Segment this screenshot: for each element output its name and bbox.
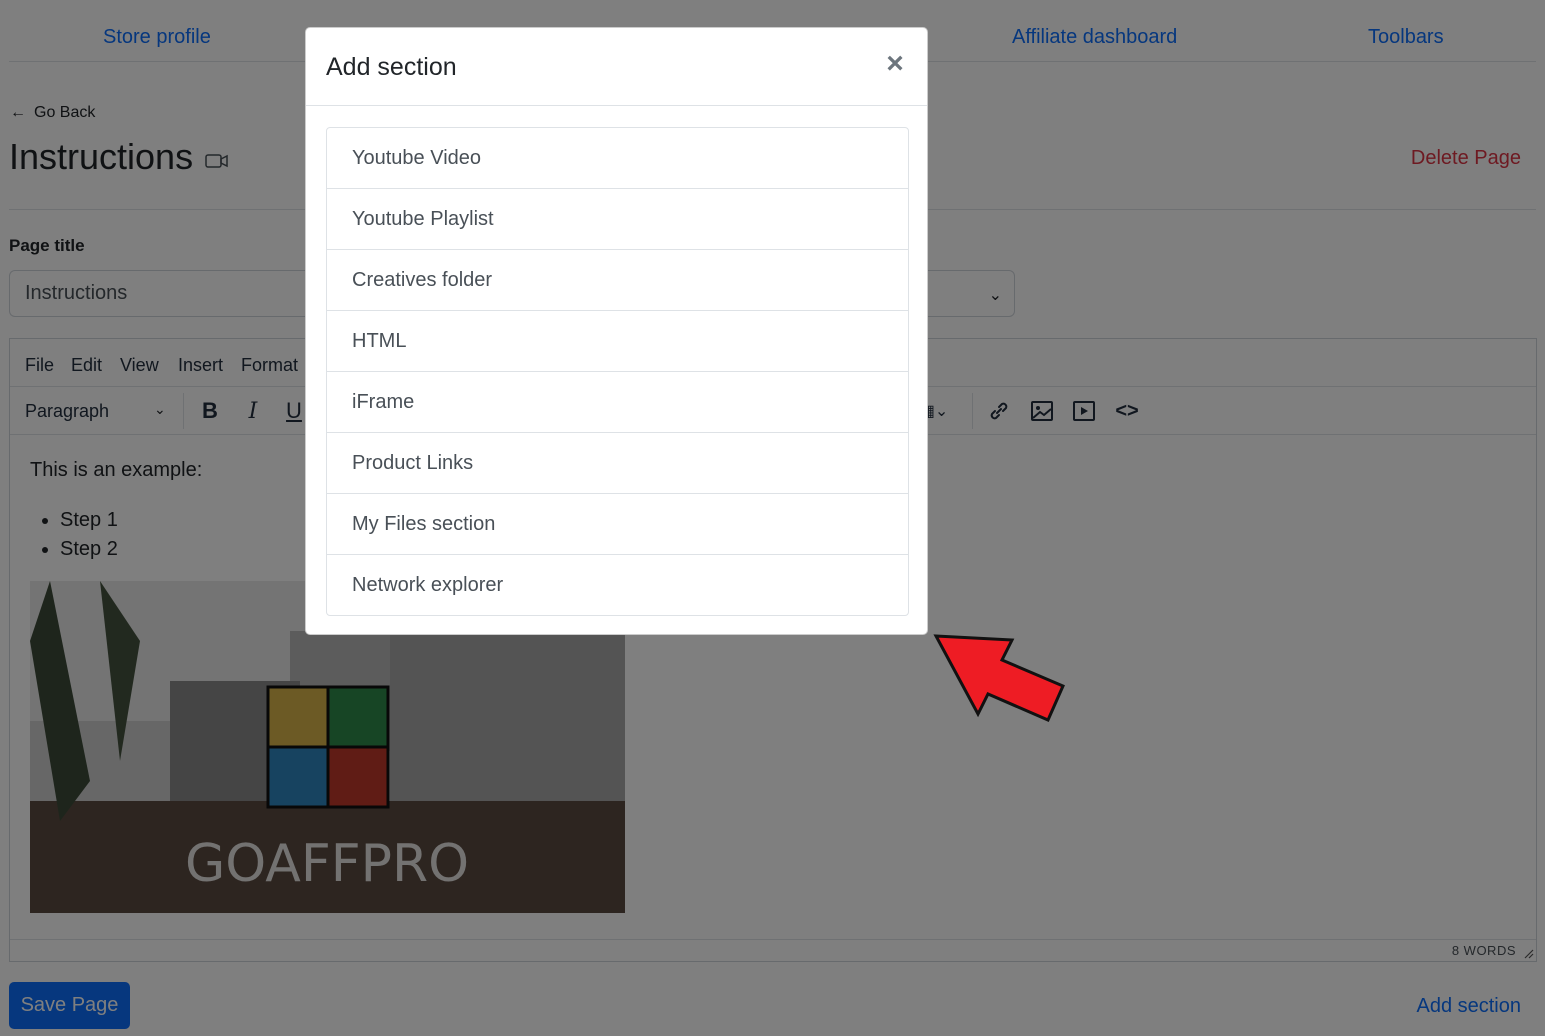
red-arrow-annotation-icon [933,634,1065,722]
section-option-youtube-playlist[interactable]: Youtube Playlist [327,189,908,250]
section-option-html[interactable]: HTML [327,311,908,372]
add-section-modal: Add section × Youtube Video Youtube Play… [305,27,928,635]
section-option-iframe[interactable]: iFrame [327,372,908,433]
section-option-network-explorer[interactable]: Network explorer [327,555,908,615]
close-icon[interactable]: × [881,49,909,79]
section-option-product-links[interactable]: Product Links [327,433,908,494]
section-option-my-files[interactable]: My Files section [327,494,908,555]
section-option-youtube-video[interactable]: Youtube Video [327,128,908,189]
section-option-creatives-folder[interactable]: Creatives folder [327,250,908,311]
modal-header: Add section × [306,28,927,106]
section-type-list: Youtube Video Youtube Playlist Creatives… [326,127,909,616]
modal-title: Add section [326,53,457,81]
